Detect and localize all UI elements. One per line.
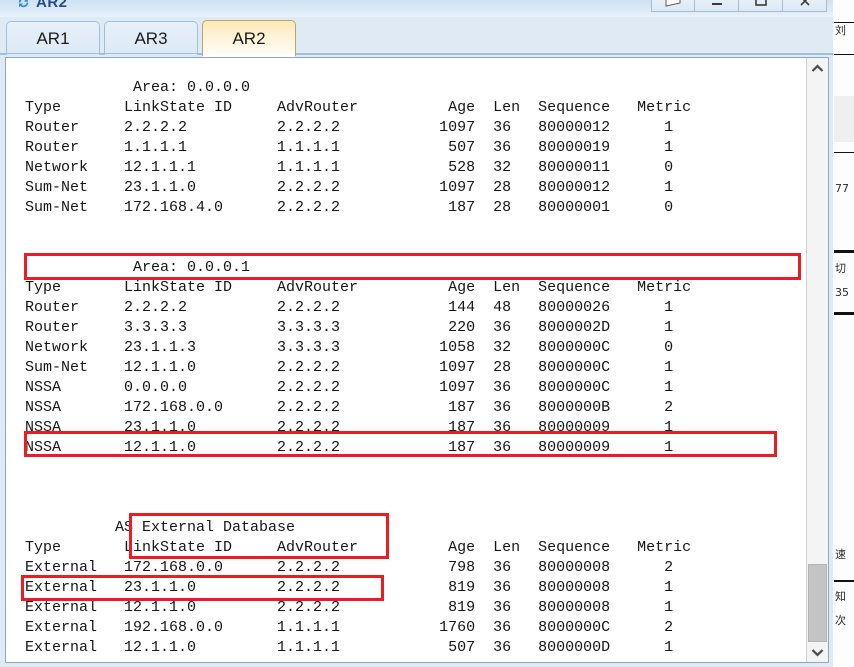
scroll-up-button[interactable] [807,58,828,78]
bg-fragment: 速 [835,548,846,561]
window-title-bar[interactable]: AR2 [0,0,833,17]
scroll-thumb[interactable] [808,564,827,642]
bg-fragment: 77 [835,182,849,195]
tab-ar2[interactable]: AR2 [202,20,296,57]
console-vertical-scrollbar[interactable] [806,58,828,662]
device-tab-strip: AR1 AR3 AR2 [0,17,833,57]
ar2-console-window: AR2 AR1 AR3 AR2 Area: 0.0.0.0 Type LinkS… [0,0,833,667]
chevron-down-icon [811,648,824,657]
bg-fragment: 知 [835,590,846,603]
console-output-text: Area: 0.0.0.0 Type LinkState ID AdvRoute… [25,79,692,656]
tab-ar3[interactable]: AR3 [104,21,198,55]
tab-label: AR1 [36,28,70,48]
console-viewport[interactable]: Area: 0.0.0.0 Type LinkState ID AdvRoute… [5,57,829,663]
window-title: AR2 [36,0,68,11]
tab-label: AR2 [232,28,266,48]
bg-fragment: 次 [835,614,846,627]
router-refresh-icon [16,0,31,10]
title-bar-identity: AR2 [16,0,68,11]
window-controls [651,0,827,12]
tab-label: AR3 [134,28,168,48]
close-button[interactable] [783,0,827,12]
restore-down-button[interactable] [651,0,695,12]
background-page-strip: 刘 77 切 35 速 知 次 [834,0,854,667]
bg-fragment: 切 [835,262,846,275]
bg-fragment: 刘 [835,24,846,37]
scroll-down-button[interactable] [807,642,828,662]
minimize-button[interactable] [695,0,739,12]
console-panel: Area: 0.0.0.0 Type LinkState ID AdvRoute… [0,55,833,667]
tab-ar1[interactable]: AR1 [6,21,100,55]
chevron-up-icon [811,63,824,72]
maximize-button[interactable] [739,0,783,12]
bg-fragment: 35 [835,286,849,299]
